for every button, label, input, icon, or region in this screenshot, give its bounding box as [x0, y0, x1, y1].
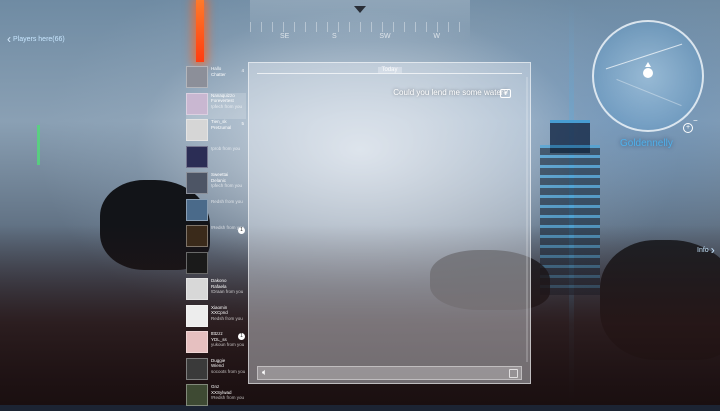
- contact-avatar: [186, 331, 208, 353]
- divider-line: [257, 73, 522, 74]
- contact-item[interactable]: [186, 251, 246, 279]
- map-road: [616, 78, 682, 107]
- contact-text: Dakono Rafaela !Draan from you: [211, 278, 246, 295]
- contact-avatar: [186, 384, 208, 406]
- compass-label: SW: [379, 33, 391, 40]
- contact-msg: !Redsh from you: [211, 395, 245, 400]
- contact-item[interactable]: Dakono Rafaela !Draan from you: [186, 278, 246, 305]
- contact-avatar: [186, 119, 208, 141]
- contact-item[interactable]: Tien_sk Pretzumal 5: [186, 119, 246, 146]
- contact-avatar: [186, 145, 208, 168]
- compass-ticks: [250, 22, 470, 32]
- contact-msg: Redsh from you: [211, 315, 243, 321]
- game-controller-icon: ◉: [500, 89, 511, 98]
- unread-badge: 1: [238, 333, 245, 340]
- contact-msg: socoots from you: [211, 368, 246, 374]
- contact-text: !prob from you: [211, 146, 246, 152]
- contact-text: Duggie Wiend socoots from you: [211, 358, 246, 375]
- stamina-bar: [37, 125, 40, 165]
- contact-item[interactable]: Redsh from you: [186, 198, 246, 226]
- contact-item[interactable]: Nanaquizzo Forevertest !pfech from you: [186, 92, 246, 119]
- contact-item[interactable]: Duggie Wiend socoots from you: [186, 357, 246, 385]
- player-location-icon: [643, 68, 653, 78]
- contact-item[interactable]: Xiaomin XXCpnd Redsh from you: [186, 304, 246, 332]
- chat-message: Could you lend me some water?: [393, 88, 508, 97]
- contact-avatar: [186, 251, 208, 274]
- location-name: Goldennelly: [620, 138, 673, 149]
- contact-count: 4: [241, 68, 244, 73]
- contact-avatar: [186, 198, 208, 221]
- contact-avatar: [186, 225, 208, 247]
- compass: SE S SW W: [250, 0, 470, 42]
- send-icon[interactable]: [509, 369, 518, 378]
- chat-input-bar[interactable]: 🔈︎: [257, 366, 522, 380]
- compass-label: S: [332, 33, 337, 40]
- speaker-icon[interactable]: 🔈︎: [262, 367, 267, 378]
- contact-text: Redsh from you: [211, 199, 246, 205]
- contact-msg: !pfech from you: [211, 103, 243, 109]
- contact-item[interactable]: Hallo Chatter 4: [186, 66, 246, 93]
- compass-pointer-icon: [354, 6, 366, 13]
- contact-avatar: [186, 92, 208, 115]
- map-road: [605, 43, 683, 70]
- chat-panel: Today Could you lend me some water? ◉ 🔈︎: [248, 62, 531, 384]
- compass-label: SE: [280, 33, 290, 40]
- zoom-out-icon[interactable]: −: [693, 116, 698, 125]
- contact-msg: !pfech from you: [211, 183, 243, 188]
- contact-text: Nanaquizzo Forevertest !pfech from you: [211, 93, 246, 110]
- compass-label: W: [433, 33, 440, 40]
- contact-text: Xiaomin XXCpnd Redsh from you: [211, 305, 246, 322]
- contact-item[interactable]: Sweettai Delanic !pfech from you: [186, 172, 246, 199]
- contact-avatar: [186, 66, 208, 88]
- player-direction-icon: [645, 62, 651, 67]
- contact-avatar: [186, 304, 208, 327]
- info-label: Info: [697, 246, 709, 254]
- lava-fall: [196, 0, 204, 62]
- contact-msg: !Draan from you: [211, 289, 244, 294]
- zoom-in-icon[interactable]: +: [683, 123, 693, 133]
- contact-list: Hallo Chatter 4 Nanaquizzo Forevertest !pfech…: [186, 66, 246, 411]
- contact-item[interactable]: ttttzzz YDL_ss yukoun from you 1: [186, 331, 246, 358]
- contact-item[interactable]: Gnz XXSylwad !Redsh from you: [186, 384, 246, 411]
- info-link[interactable]: Info ›: [697, 243, 715, 257]
- contact-msg: yukoun from you: [211, 342, 245, 347]
- contact-text: Sweettai Delanic !pfech from you: [211, 172, 246, 189]
- contact-text: Gnz XXSylwad !Redsh from you: [211, 384, 246, 401]
- contact-count: 5: [241, 121, 244, 126]
- chevron-right-icon: ›: [710, 243, 715, 257]
- minimap[interactable]: [592, 20, 704, 132]
- chevron-left-icon: ‹: [7, 32, 11, 46]
- contact-avatar: [186, 278, 208, 300]
- contact-msg: Redsh from you: [211, 198, 243, 204]
- contact-avatar: [186, 357, 208, 380]
- chat-date-label: Today: [377, 67, 402, 73]
- chat-scrollbar[interactable]: [526, 77, 528, 362]
- compass-labels: SE S SW W: [280, 33, 440, 40]
- players-here-link[interactable]: ‹ Players here(66): [7, 32, 65, 46]
- contact-msg: !prob from you: [211, 145, 241, 151]
- unread-badge: 1: [238, 227, 245, 234]
- contact-item[interactable]: !Redsh from you 1: [186, 225, 246, 252]
- contact-item[interactable]: !prob from you: [186, 145, 246, 173]
- contact-avatar: [186, 172, 208, 194]
- chat-date-divider: Today: [249, 67, 530, 77]
- players-here-label: Players here(66): [13, 35, 65, 43]
